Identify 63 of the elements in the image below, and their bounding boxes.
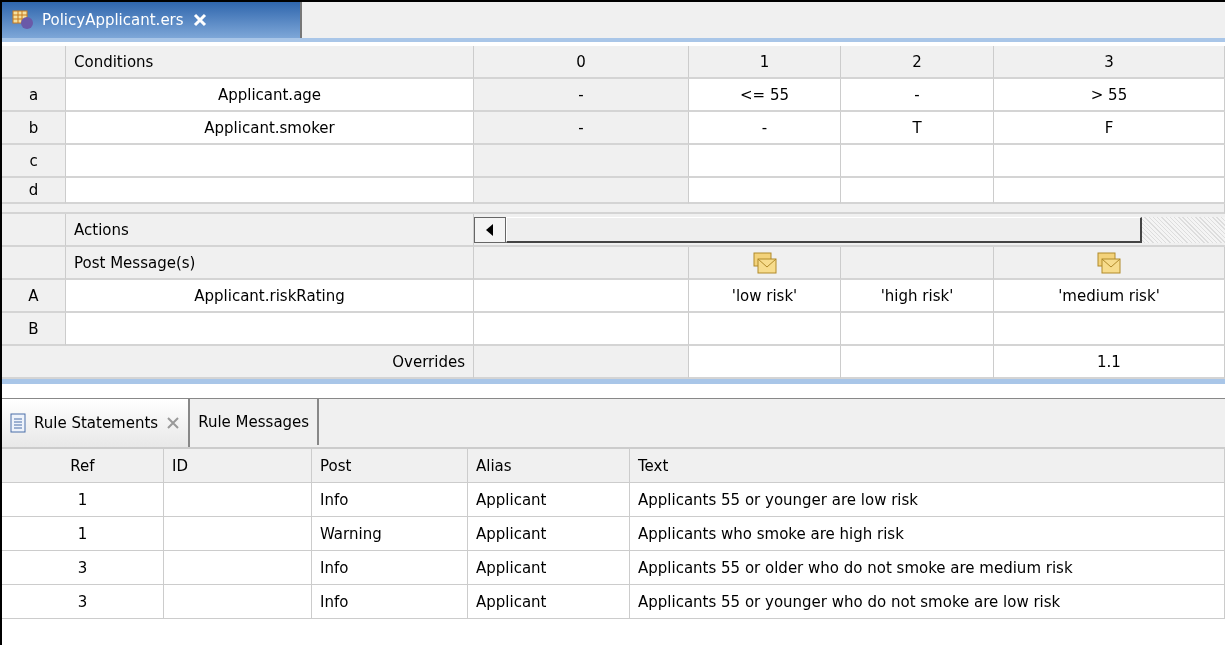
table-cell: Applicants 55 or younger are low risk xyxy=(630,483,1225,517)
table-cell: Info xyxy=(312,551,468,585)
row-label: d xyxy=(2,178,66,204)
action-expression: Applicant.riskRating xyxy=(66,280,474,313)
table-cell: Applicant xyxy=(468,483,630,517)
header-cell xyxy=(2,46,66,79)
rule-cell: - xyxy=(474,112,689,145)
document-icon xyxy=(10,413,26,433)
column-header: 1 xyxy=(689,46,841,79)
column-header: Post xyxy=(312,449,468,483)
rule-cell: 'low risk' xyxy=(689,280,841,313)
override-cell: 1.1 xyxy=(994,346,1225,379)
table-cell: 1 xyxy=(2,483,164,517)
table-cell: Warning xyxy=(312,517,468,551)
section-header: Actions xyxy=(66,214,474,247)
table-cell: Info xyxy=(312,585,468,619)
rule-cell: T xyxy=(841,112,994,145)
rule-cell: - xyxy=(841,79,994,112)
rule-cell: > 55 xyxy=(994,79,1225,112)
table-cell: Applicants 55 or older who do not smoke are medium risk xyxy=(630,551,1225,585)
rule-cell: - xyxy=(474,79,689,112)
column-header: Alias xyxy=(468,449,630,483)
section-header: Post Message(s) xyxy=(66,247,474,280)
header-cell xyxy=(2,247,66,280)
table-cell: Applicant xyxy=(468,517,630,551)
table-cell: Info xyxy=(312,483,468,517)
editor-tab[interactable]: PolicyApplicant.ers xyxy=(2,2,302,38)
condition-expression: Applicant.smoker xyxy=(66,112,474,145)
rule-cell: 'medium risk' xyxy=(994,280,1225,313)
rule-cell: 'high risk' xyxy=(841,280,994,313)
column-header: 0 xyxy=(474,46,689,79)
row-label: b xyxy=(2,112,66,145)
overrides-label: Overrides xyxy=(2,346,474,379)
table-cell: 3 xyxy=(2,551,164,585)
rule-cell: - xyxy=(689,112,841,145)
header-cell xyxy=(2,214,66,247)
column-header: Ref xyxy=(2,449,164,483)
panel-tab[interactable]: Rule Statements xyxy=(2,399,191,447)
table-cell: Applicants who smoke are high risk xyxy=(630,517,1225,551)
table-cell: Applicant xyxy=(468,585,630,619)
column-header: 2 xyxy=(841,46,994,79)
decision-table-icon xyxy=(12,10,34,30)
condition-expression: Applicant.age xyxy=(66,79,474,112)
row-label: c xyxy=(2,145,66,178)
close-icon[interactable] xyxy=(191,12,208,28)
rule-cell: F xyxy=(994,112,1225,145)
row-label: B xyxy=(2,313,66,346)
row-label: A xyxy=(2,280,66,313)
envelope-icon xyxy=(752,251,777,274)
table-cell: 1 xyxy=(2,517,164,551)
table-cell: Applicants 55 or younger who do not smoke are low risk xyxy=(630,585,1225,619)
column-header: 3 xyxy=(994,46,1225,79)
table-cell: 3 xyxy=(2,585,164,619)
horizontal-scrollbar[interactable] xyxy=(474,216,1225,243)
envelope-icon xyxy=(1097,251,1121,274)
table-cell: Applicant xyxy=(468,551,630,585)
column-header: ID xyxy=(164,449,312,483)
left-arrow-icon[interactable] xyxy=(486,223,494,236)
column-header: Text xyxy=(630,449,1225,483)
section-header: Conditions xyxy=(66,46,474,79)
close-icon[interactable] xyxy=(166,416,181,430)
rule-cell: <= 55 xyxy=(689,79,841,112)
row-label: a xyxy=(2,79,66,112)
